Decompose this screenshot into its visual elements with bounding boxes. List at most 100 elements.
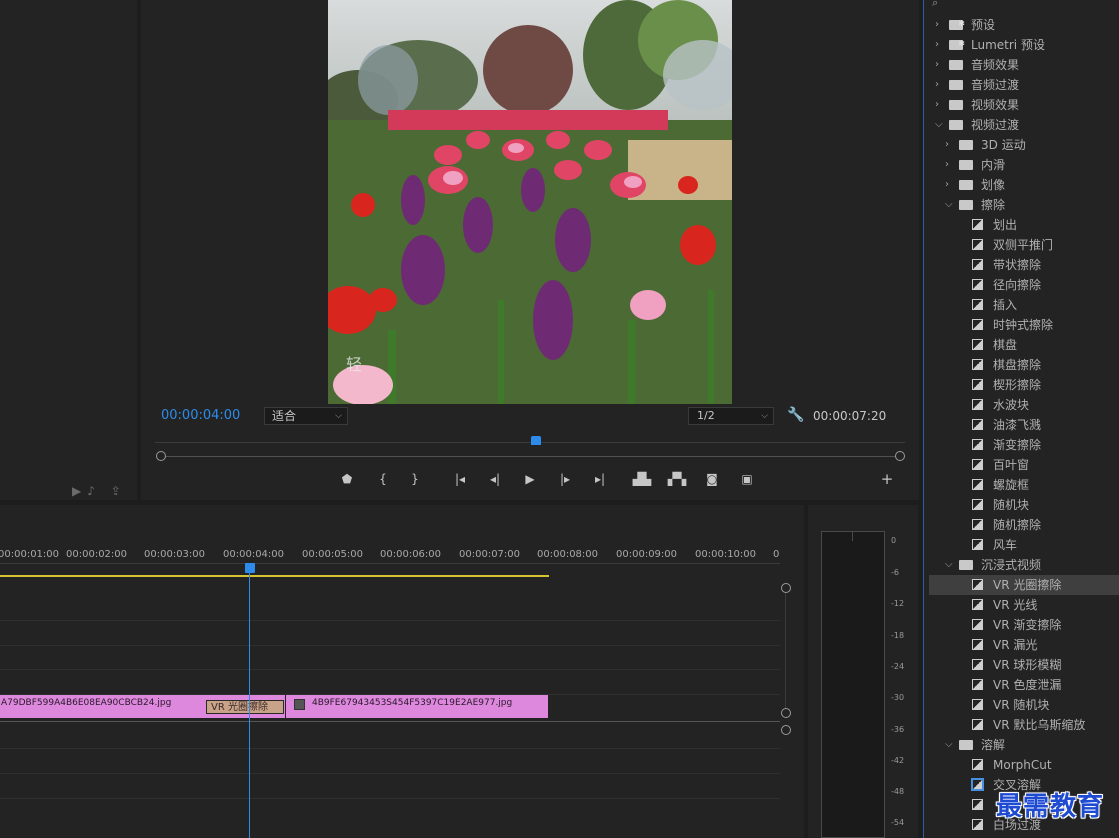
scrub-bar[interactable] (155, 442, 905, 443)
effect-folder[interactable]: ⌵ 擦除 (929, 195, 1119, 215)
add-button-icon[interactable]: + (877, 470, 897, 488)
effect-item[interactable]: VR 随机块 (929, 695, 1119, 715)
fit-select-value: 适合 (272, 409, 297, 423)
effect-item[interactable]: 棋盘擦除 (929, 355, 1119, 375)
ruler-label: 00:00:08:00 (537, 549, 599, 560)
zoom-handle-left[interactable] (156, 451, 166, 461)
video-clip-b[interactable]: 4B9FE67943453S454F5397C19E2AE977.jpg (286, 695, 548, 718)
effect-item[interactable]: 油漆飞溅 (929, 415, 1119, 435)
chevron-down-icon[interactable]: ⌵ (945, 555, 953, 575)
track-divider-main (0, 721, 780, 722)
track-divider (0, 669, 780, 670)
add-marker-icon[interactable]: ⬟ (337, 472, 357, 486)
compare-view-icon[interactable]: ▣ (737, 472, 757, 486)
chevron-right-icon[interactable]: › (945, 155, 949, 175)
clip-b-name: 4B9FE67943453S454F5397C19E2AE977.jpg (312, 698, 513, 708)
step-back-icon[interactable]: ◂| (485, 472, 505, 486)
time-ruler[interactable] (0, 563, 780, 564)
effect-item[interactable]: VR 渐变擦除 (929, 615, 1119, 635)
effect-folder[interactable]: ⌵ 视频过渡 (929, 115, 1119, 135)
effect-item[interactable]: 棋盘 (929, 335, 1119, 355)
go-to-in-icon[interactable]: |◂ (450, 472, 470, 486)
extract-icon[interactable]: ▞▚ (667, 472, 687, 486)
effect-item-label: 插入 (993, 298, 1018, 312)
effect-item[interactable]: 双侧平推门 (929, 235, 1119, 255)
ruler-label: 00:00:10:00 (695, 549, 757, 560)
timeline-playhead-line (249, 573, 250, 838)
effect-item[interactable]: 径向擦除 (929, 275, 1119, 295)
vscroll-handle-bottom[interactable] (781, 708, 791, 718)
effect-item[interactable]: 风车 (929, 535, 1119, 555)
zoom-handle-right[interactable] (895, 451, 905, 461)
chevron-down-icon[interactable]: ⌵ (945, 195, 953, 215)
effect-item[interactable]: 百叶窗 (929, 455, 1119, 475)
lift-icon[interactable]: ▟▙ (632, 472, 652, 486)
chevron-right-icon[interactable]: › (935, 15, 939, 35)
step-forward-icon[interactable]: |▸ (555, 472, 575, 486)
vscroll-handle-top[interactable] (781, 583, 791, 593)
effect-folder[interactable]: › 音频过渡 (929, 75, 1119, 95)
effect-item-label: VR 默比乌斯缩放 (993, 718, 1086, 732)
fit-select[interactable]: 适合 ⌵ (264, 407, 348, 425)
effect-item[interactable]: VR 球形模糊 (929, 655, 1119, 675)
chevron-right-icon[interactable]: › (935, 35, 939, 55)
effect-item[interactable]: VR 默比乌斯缩放 (929, 715, 1119, 735)
timeline-playhead-handle[interactable] (245, 563, 255, 573)
effect-item[interactable]: 划出 (929, 215, 1119, 235)
effect-folder[interactable]: › 音频效果 (929, 55, 1119, 75)
effect-item[interactable]: 楔形擦除 (929, 375, 1119, 395)
effect-folder[interactable]: ⌵ 溶解 (929, 735, 1119, 755)
mark-in-icon[interactable]: { (373, 472, 393, 486)
chevron-down-icon[interactable]: ⌵ (945, 735, 953, 755)
chevron-right-icon[interactable]: › (935, 95, 939, 115)
effect-item-label: 时钟式擦除 (993, 318, 1054, 332)
timeline-vscroll-track[interactable] (785, 592, 786, 710)
ruler-label: 00:00:06:00 (380, 549, 442, 560)
chevron-right-icon[interactable]: › (935, 55, 939, 75)
camera-icon[interactable]: ◙ (702, 472, 722, 486)
chevron-right-icon[interactable]: › (945, 135, 949, 155)
effect-folder[interactable]: › 预设 (929, 14, 1119, 35)
current-timecode[interactable]: 00:00:04:00 (161, 408, 240, 423)
audio-vscroll-handle[interactable] (781, 725, 791, 735)
effect-folder[interactable]: › 视频效果 (929, 95, 1119, 115)
effect-item[interactable]: VR 光线 (929, 595, 1119, 615)
scrub-playhead[interactable] (531, 436, 541, 445)
chevron-right-icon[interactable]: › (935, 75, 939, 95)
effect-folder-label: 视频效果 (971, 98, 1020, 112)
wrench-icon[interactable]: 🔧 (787, 407, 804, 423)
mark-out-icon[interactable]: } (405, 472, 425, 486)
effect-folder[interactable]: › 划像 (929, 175, 1119, 195)
resolution-select[interactable]: 1/2 ⌵ (688, 407, 774, 425)
transition-effect-icon (972, 819, 983, 830)
play-icon[interactable]: ▶ (520, 472, 540, 486)
track-divider (0, 620, 780, 621)
effect-item[interactable]: 螺旋框 (929, 475, 1119, 495)
effect-item[interactable]: 随机擦除 (929, 515, 1119, 535)
clip-a-name: A79DBF599A4B6E08EA90CBCB24.jpg (1, 698, 172, 708)
effect-item[interactable]: VR 色度泄漏 (929, 675, 1119, 695)
effect-item[interactable]: 时钟式擦除 (929, 315, 1119, 335)
chevron-right-icon[interactable]: › (945, 175, 949, 195)
chevron-down-icon[interactable]: ⌵ (935, 115, 943, 135)
go-to-out-icon[interactable]: ▸| (590, 472, 610, 486)
effect-item[interactable]: 随机块 (929, 495, 1119, 515)
zoom-scroll-bar[interactable] (160, 456, 900, 457)
effect-item[interactable]: 渐变擦除 (929, 435, 1119, 455)
effect-folder[interactable]: ⌵ 沉浸式视频 (929, 555, 1119, 575)
source-toolbar-icons[interactable]: ▶♪ ⇪ (72, 484, 127, 498)
preset-folder-icon (949, 14, 965, 34)
effect-item[interactable]: 带状擦除 (929, 255, 1119, 275)
effect-folder[interactable]: › 内滑 (929, 155, 1119, 175)
effect-folder[interactable]: › Lumetri 预设 (929, 34, 1119, 55)
effect-item[interactable]: MorphCut (929, 755, 1119, 775)
transition-effect-icon (972, 439, 983, 450)
effect-item[interactable]: 水波块 (929, 395, 1119, 415)
effect-item[interactable]: VR 漏光 (929, 635, 1119, 655)
effect-item[interactable]: 插入 (929, 295, 1119, 315)
effect-item[interactable]: VR 光圈擦除 (929, 575, 1119, 595)
search-icon[interactable]: ⌕ (932, 0, 938, 10)
transition-clip[interactable]: VR 光圈擦除 (206, 700, 284, 714)
work-area-bar[interactable] (0, 575, 549, 577)
effect-folder[interactable]: › 3D 运动 (929, 135, 1119, 155)
